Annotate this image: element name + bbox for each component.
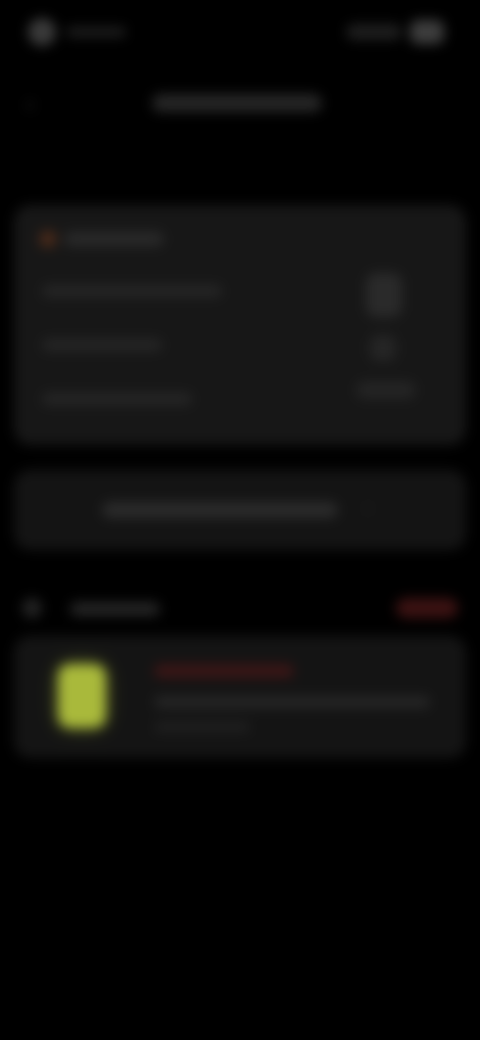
section-title (70, 602, 160, 616)
summary-line-1 (42, 285, 222, 297)
chevron-left-icon: ‹ (26, 91, 34, 116)
section-link-button[interactable] (396, 598, 458, 618)
top-bar: ‹ (0, 76, 480, 132)
action-row-label (102, 502, 338, 518)
tag-icon (40, 231, 56, 247)
item-thumbnail (58, 664, 106, 728)
action-row[interactable]: › (14, 470, 466, 550)
side-value-2 (370, 335, 396, 361)
status-time (66, 27, 126, 37)
section-header (0, 590, 480, 626)
back-button[interactable]: ‹ (16, 90, 44, 118)
status-avatar-icon (28, 18, 56, 46)
blurred-screen: ‹ › (0, 0, 480, 1040)
status-left (28, 18, 126, 46)
item-subtitle (154, 696, 430, 708)
signal-icon (346, 24, 402, 40)
status-right (346, 20, 444, 44)
list-item[interactable] (14, 636, 466, 758)
side-value-3 (356, 381, 416, 399)
summary-side-values (352, 263, 416, 403)
list-icon (22, 598, 42, 618)
summary-tag (40, 231, 164, 247)
status-bar (0, 0, 480, 56)
summary-card (14, 205, 466, 445)
chevron-right-icon: › (364, 496, 372, 519)
item-meta (154, 722, 250, 732)
page-title (152, 94, 322, 112)
item-title (154, 664, 294, 678)
summary-line-3 (42, 393, 192, 405)
summary-tag-label (64, 232, 164, 246)
side-value-1 (366, 273, 402, 317)
battery-icon (410, 20, 444, 44)
summary-line-2 (42, 339, 162, 351)
